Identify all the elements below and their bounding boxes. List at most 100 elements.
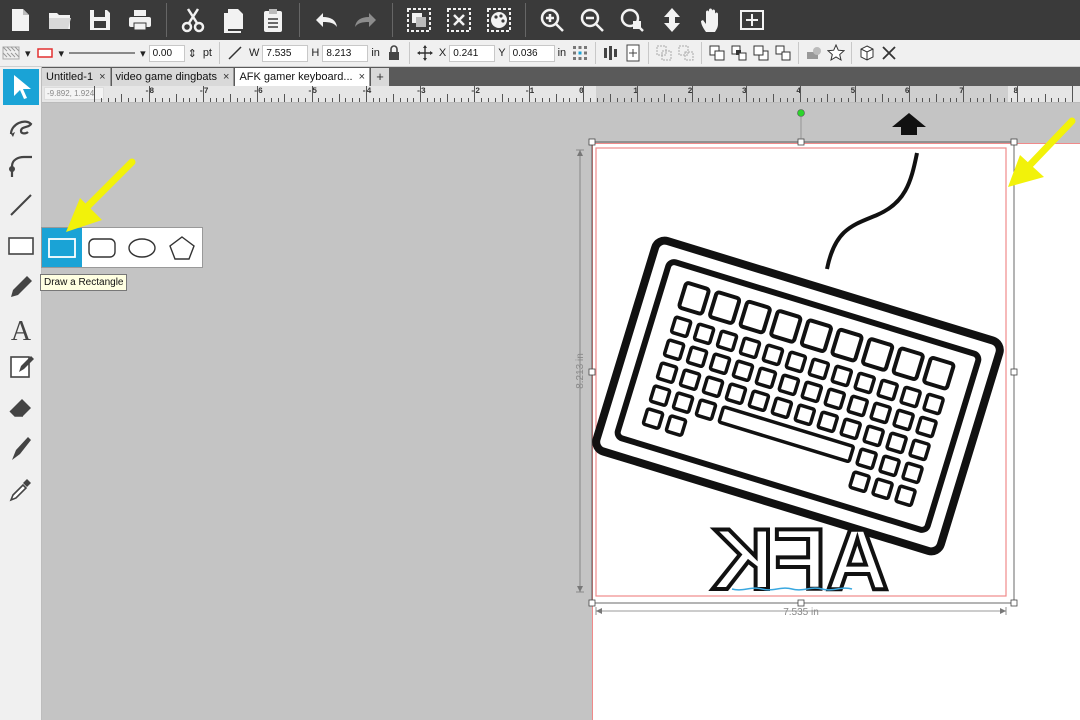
weld-icon[interactable] [653,42,675,64]
height-dimension-label: 8.213 in [575,353,586,389]
line-style-icon[interactable] [67,42,137,64]
ruler-tick [202,86,204,102]
send-backward-icon[interactable] [750,42,772,64]
undo-icon[interactable] [309,3,343,37]
eyedropper-icon[interactable] [3,471,39,507]
height-input[interactable]: 8.213 [322,44,369,62]
rectangle-icon[interactable] [3,227,39,263]
close-icon[interactable] [878,42,900,64]
subtract-icon[interactable] [675,42,697,64]
ruler-tick [644,98,646,102]
close-tab-icon[interactable]: × [359,71,365,83]
new-file-icon[interactable] [3,3,37,37]
center-page-icon[interactable] [622,42,644,64]
x-input[interactable]: 0.241 [449,44,496,62]
copy-icon[interactable] [216,3,250,37]
ruler-tick [1051,98,1053,102]
redo-icon[interactable] [349,3,383,37]
ruler-tick [372,98,374,102]
polygon-icon[interactable] [162,228,202,267]
ruler-tick [983,98,985,102]
ruler-tick [277,98,279,102]
lock-aspect-icon[interactable] [383,42,405,64]
propbar-separator [701,42,703,64]
tab-afk-gamer-keyboard[interactable]: AFK gamer keyboard... × [235,68,371,86]
zoom-in-icon[interactable] [535,3,569,37]
line-color-icon[interactable] [34,42,56,64]
ruler-tick [433,98,435,102]
line-icon[interactable] [3,187,39,223]
knife-icon[interactable] [3,431,39,467]
fit-page-icon[interactable] [735,3,769,37]
dropdown-arrow-icon[interactable]: ▾ [59,47,65,60]
ruler-tick [168,98,170,102]
save-icon[interactable] [83,3,117,37]
move-icon[interactable] [655,3,689,37]
send-back-icon[interactable] [772,42,794,64]
ruler-tick [1071,86,1073,102]
bezier-icon[interactable] [3,147,39,183]
ruler-tick [481,98,483,102]
width-label: W [249,47,260,59]
ruler-tick [555,94,557,102]
text-icon[interactable]: A [3,311,39,347]
y-label: Y [498,47,506,59]
ruler-tick [209,98,211,102]
ungroup-icon[interactable] [442,3,476,37]
ruler-tick [440,98,442,102]
rotate-handle[interactable] [797,109,805,117]
shadow-icon[interactable] [803,42,825,64]
toolbar-separator [525,3,526,37]
3d-box-icon[interactable] [856,42,878,64]
edit-points-icon[interactable] [3,349,39,385]
paste-icon[interactable] [256,3,290,37]
ruler-tick [155,98,157,102]
select-arrow-icon[interactable] [3,69,39,105]
cut-icon[interactable] [176,3,210,37]
add-tab-button[interactable]: + [371,68,390,86]
close-tab-icon[interactable]: × [223,71,229,83]
align-icon[interactable] [600,42,622,64]
properties-bar: ▾ ▾ ▾ 0.00 ⇕ pt W 7.535 H 8.213 in X 0.2… [0,40,1080,67]
height-label: H [311,47,320,59]
bring-front-icon[interactable] [706,42,728,64]
zoom-out-icon[interactable] [575,3,609,37]
ruler-tick [494,98,496,102]
dropdown-arrow-icon[interactable]: ▾ [140,47,146,60]
ruler-tick [868,98,870,102]
print-icon[interactable] [123,3,157,37]
pencil-icon[interactable] [3,269,39,305]
y-input[interactable]: 0.036 [508,44,555,62]
palette-icon[interactable] [482,3,516,37]
ruler-tick [135,98,137,102]
document-tabs: Untitled-1 × video game dingbats × AFK g… [42,67,1080,86]
group-icon[interactable] [402,3,436,37]
ruler-tick [562,98,564,102]
width-dimension-label: 7.535 in [783,607,819,618]
tab-untitled-1[interactable]: Untitled-1 × [42,68,111,86]
width-input[interactable]: 7.535 [262,44,309,62]
close-tab-icon[interactable]: × [99,71,105,83]
star-effect-icon[interactable] [825,42,847,64]
annotation-arrow-icon [66,158,136,232]
ruler-tick [148,86,150,102]
knife-swirl-icon[interactable] [3,109,39,145]
ruler-tick [549,98,551,102]
ruler-tick [623,98,625,102]
bring-forward-icon[interactable] [728,42,750,64]
eraser-icon[interactable] [3,389,39,425]
dropdown-arrow-icon[interactable]: ▾ [25,47,31,60]
ruler-tick [311,86,313,102]
tab-video-game-dingbats[interactable]: video game dingbats × [111,68,235,86]
line-width-input[interactable]: 0.00 [148,44,185,62]
zoom-selection-icon[interactable] [615,3,649,37]
fill-pattern-icon[interactable] [0,42,22,64]
stepper-arrows-icon[interactable]: ⇕ [188,47,197,60]
ruler-tick [304,98,306,102]
propbar-separator [595,42,597,64]
pan-hand-icon[interactable] [695,3,729,37]
design-canvas[interactable]: 8.213 in 7.535 in AFK [42,103,1080,720]
open-folder-icon[interactable] [43,3,77,37]
reference-point-icon[interactable] [569,42,591,64]
flip-arrow-icon[interactable] [892,113,926,135]
